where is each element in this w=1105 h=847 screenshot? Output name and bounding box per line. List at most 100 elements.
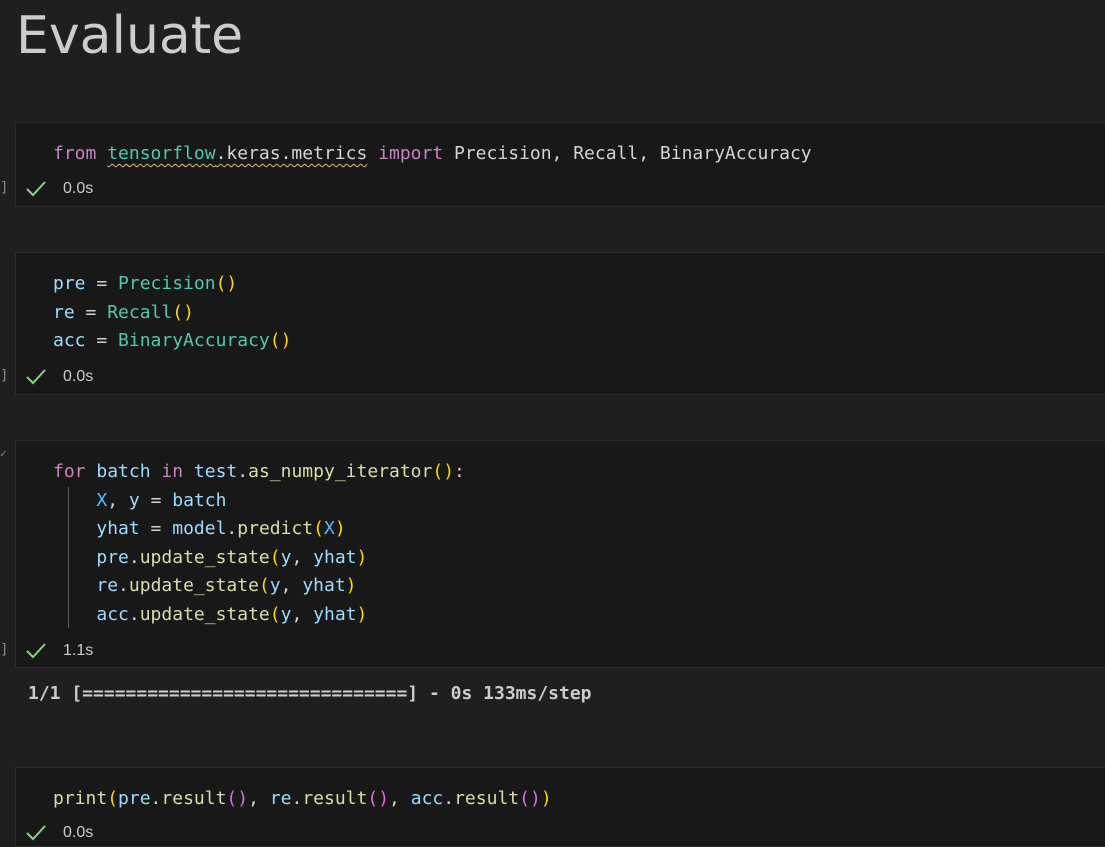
code-token: , — [107, 489, 129, 511]
code-token: update_state — [139, 603, 270, 625]
code-token: . — [118, 575, 129, 597]
execution-time: 0.0s — [63, 180, 94, 197]
code-token: ) — [183, 301, 194, 323]
code-token: , — [248, 788, 270, 809]
code-token: Precision, Recall, BinaryAccuracy — [443, 143, 812, 164]
code-token: ( — [258, 575, 270, 597]
cell-3-code[interactable]: for batch in test.as_numpy_iterator(): X… — [53, 458, 465, 630]
code-token: y — [128, 489, 140, 511]
code-token: y — [280, 546, 292, 568]
execution-time: 1.1s — [63, 642, 94, 659]
cell-1-status: 0.0s — [25, 179, 93, 199]
check-icon — [26, 181, 46, 197]
code-token: BinaryAccuracy — [118, 330, 270, 352]
cell-3-output: 1/1 [==============================] - 0… — [28, 683, 592, 704]
code-token: ( — [269, 546, 281, 568]
check-icon — [26, 643, 46, 659]
code-token: ( — [215, 273, 227, 294]
code-token: ( — [432, 461, 444, 482]
code-token: . — [443, 788, 455, 809]
code-token: ) — [345, 575, 357, 597]
code-token: batch — [96, 461, 151, 482]
code-token: Recall — [107, 301, 173, 323]
code-token: import — [378, 143, 444, 164]
code-token: update_state — [128, 575, 259, 597]
section-heading: Evaluate — [16, 6, 244, 66]
code-token: . — [128, 603, 140, 625]
code-token: acc — [53, 330, 86, 352]
cell-2-status: 0.0s — [25, 367, 93, 387]
code-token: : — [454, 461, 465, 482]
code-token: ( — [269, 603, 281, 625]
code-token: batch — [172, 489, 227, 511]
cell-3-status: 1.1s — [25, 641, 93, 661]
code-token: , — [389, 788, 411, 809]
code-token: = — [139, 518, 173, 540]
code-token: . — [237, 461, 249, 482]
execution-time: 0.0s — [63, 368, 94, 385]
code-token: ( — [226, 788, 238, 809]
code-token: , — [291, 603, 314, 625]
check-icon — [26, 369, 46, 385]
code-token: test — [193, 461, 238, 482]
code-token: ) — [237, 788, 249, 809]
code-token: yhat — [313, 546, 357, 568]
code-token: = — [74, 301, 108, 323]
code-token: = — [139, 489, 173, 511]
code-token: re — [269, 788, 292, 809]
code-token: yhat — [96, 518, 140, 540]
cell-collapse-check[interactable]: ✓ — [0, 447, 7, 460]
code-token: ) — [378, 788, 390, 809]
code-token: , — [291, 546, 314, 568]
code-token: tensorflow — [107, 143, 216, 164]
cell-2-code[interactable]: pre = Precision() re = Recall() acc = Bina… — [53, 270, 291, 356]
code-token: ) — [356, 546, 368, 568]
cell-4-code[interactable]: print(pre.result(), re.result(), acc.res… — [53, 785, 552, 814]
code-token: ) — [280, 330, 292, 352]
code-token: y — [269, 575, 281, 597]
code-token: model — [172, 518, 227, 540]
code-token: ( — [519, 788, 530, 809]
code-token: result — [161, 788, 227, 809]
cell-4-status: 0.0s — [25, 823, 93, 843]
code-token: from — [53, 143, 97, 164]
code-token: = — [85, 273, 119, 294]
code-token: ( — [313, 518, 324, 540]
code-token: , — [280, 575, 303, 597]
code-token: result — [454, 788, 520, 809]
code-token: in — [161, 461, 184, 482]
cell-gutter-marker: ] — [0, 180, 9, 196]
code-token: y — [280, 603, 292, 625]
code-token: ( — [269, 330, 281, 352]
code-token: . — [291, 788, 303, 809]
code-token: as_numpy_iterator — [248, 461, 433, 482]
code-token: re — [53, 301, 75, 323]
code-token: . — [150, 788, 162, 809]
code-token: . — [128, 546, 140, 568]
code-token: ) — [334, 518, 346, 540]
code-token: = — [85, 330, 119, 352]
code-token: X — [323, 518, 335, 540]
code-token: ( — [107, 788, 119, 809]
code-token: predict — [237, 518, 314, 540]
code-token: ) — [529, 788, 541, 809]
code-token: pre — [96, 546, 129, 568]
cell-1-code[interactable]: from tensorflow.keras.metrics import Pre… — [53, 140, 812, 169]
code-token: ) — [443, 461, 455, 482]
code-token: yhat — [313, 603, 357, 625]
code-token: X — [96, 489, 108, 511]
execution-time: 0.0s — [63, 824, 94, 841]
cell-gutter-marker: ] — [0, 368, 9, 384]
cell-gutter-marker: ] — [0, 642, 9, 658]
code-token: ) — [356, 603, 368, 625]
code-token: pre — [53, 273, 86, 294]
